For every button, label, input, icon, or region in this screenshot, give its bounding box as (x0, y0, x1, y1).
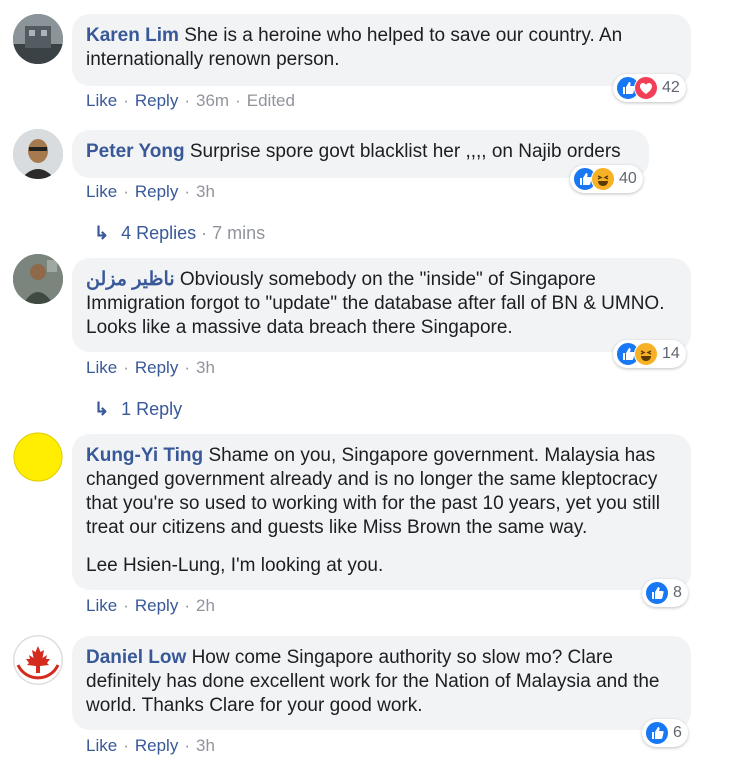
reactions-summary[interactable]: 8 (642, 579, 688, 607)
comment-timestamp[interactable]: 3h (196, 358, 215, 377)
avatar[interactable] (13, 14, 63, 64)
avatar-photo-icon (13, 129, 63, 179)
comment-author[interactable]: Daniel Low (86, 647, 186, 668)
comment-actions: Like · Reply · 3h (86, 736, 215, 755)
comment-timestamp[interactable]: 36m (196, 91, 229, 110)
reply-link[interactable]: Reply (135, 91, 178, 110)
haha-reaction-icon (591, 167, 615, 191)
comment-author[interactable]: Kung-Yi Ting (86, 445, 203, 466)
comment-author[interactable]: ناظير مزلن (86, 269, 175, 290)
comment-bubble: Karen Lim She is a heroine who helped to… (72, 14, 691, 86)
like-link[interactable]: Like (86, 596, 117, 615)
like-link[interactable]: Like (86, 358, 117, 377)
comment-actions: Like · Reply · 36m · Edited (86, 91, 295, 110)
avatar[interactable] (13, 432, 63, 482)
avatar[interactable] (13, 129, 63, 179)
reply-link[interactable]: Reply (135, 596, 178, 615)
reaction-count: 8 (673, 584, 682, 601)
reaction-count: 40 (619, 170, 637, 187)
reaction-count: 14 (662, 345, 680, 362)
comment-timestamp[interactable]: 3h (196, 736, 215, 755)
reply-arrow-icon: ↳ (94, 223, 110, 243)
reactions-summary[interactable]: 14 (613, 340, 686, 368)
comment-actions: Like · Reply · 2h (86, 596, 215, 615)
comment-actions: Like · Reply · 3h (86, 358, 215, 377)
reaction-count: 42 (662, 79, 680, 96)
reaction-count: 6 (673, 724, 682, 741)
reply-link[interactable]: Reply (135, 182, 178, 201)
haha-reaction-icon (634, 342, 658, 366)
comment-text-paragraph-2: Lee Hsien-Lung, I'm looking at you. (86, 555, 384, 576)
comment-author[interactable]: Peter Yong (86, 141, 185, 162)
replies-count[interactable]: 4 Replies (121, 223, 196, 243)
comment-bubble: ناظير مزلن Obviously somebody on the "in… (72, 258, 691, 352)
like-link[interactable]: Like (86, 91, 117, 110)
avatar-photo-icon (13, 254, 63, 304)
replies-timestamp: 7 mins (212, 223, 266, 243)
like-reaction-icon (645, 581, 669, 605)
reply-link[interactable]: Reply (135, 358, 178, 377)
edited-label[interactable]: Edited (247, 91, 295, 110)
comment-timestamp[interactable]: 2h (196, 596, 215, 615)
comment-bubble: Daniel Low How come Singapore authority … (72, 636, 691, 730)
reactions-summary[interactable]: 6 (642, 719, 688, 747)
reactions-summary[interactable]: 40 (570, 165, 643, 193)
like-reaction-icon (645, 721, 669, 745)
comment-actions: Like · Reply · 3h (86, 182, 215, 201)
comment-bubble: Kung-Yi Ting Shame on you, Singapore gov… (72, 434, 691, 590)
love-reaction-icon (634, 76, 658, 100)
comment-author[interactable]: Karen Lim (86, 25, 179, 46)
view-replies-link[interactable]: ↳ 1 Reply (94, 399, 182, 420)
avatar-photo-icon (13, 14, 63, 64)
canada-flag-avatar-icon (13, 635, 63, 685)
comment-text: Surprise spore govt blacklist her ,,,, o… (189, 141, 621, 162)
reply-link[interactable]: Reply (135, 736, 178, 755)
reply-arrow-icon: ↳ (94, 399, 110, 419)
view-replies-link[interactable]: ↳ 4 Replies · 7 mins (94, 223, 265, 244)
avatar[interactable] (13, 635, 63, 685)
replies-count[interactable]: 1 Reply (121, 399, 182, 419)
like-link[interactable]: Like (86, 182, 117, 201)
avatar[interactable] (13, 254, 63, 304)
yellow-circle-avatar-icon (13, 432, 63, 482)
comment-bubble: Peter Yong Surprise spore govt blacklist… (72, 130, 649, 178)
comment-timestamp[interactable]: 3h (196, 182, 215, 201)
reactions-summary[interactable]: 42 (613, 74, 686, 102)
like-link[interactable]: Like (86, 736, 117, 755)
